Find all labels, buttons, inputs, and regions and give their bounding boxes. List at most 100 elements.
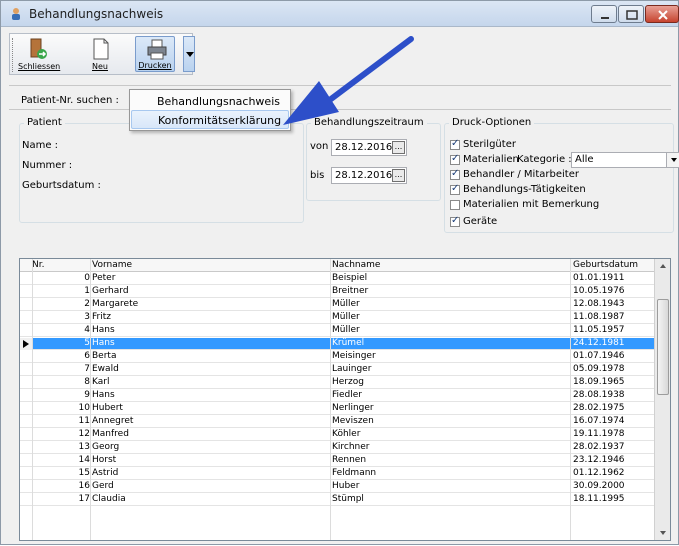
cell-birthdate: 10.05.1976	[573, 286, 625, 296]
table-row[interactable]: 14 Horst Rennen 23.12.1946	[20, 455, 654, 467]
activities-checkbox[interactable]	[450, 183, 460, 195]
table-row[interactable]: 0 Peter Beispiel 01.01.1911	[20, 273, 654, 285]
from-date-field[interactable]: 28.12.2016 ...	[331, 139, 407, 156]
app-window: Behandlungsnachweis Schliessen Neu Druck…	[0, 0, 679, 545]
cell-firstname: Manfred	[92, 429, 129, 439]
row-indicator[interactable]	[20, 494, 32, 506]
row-indicator[interactable]	[20, 351, 32, 363]
cell-birthdate: 23.12.1946	[573, 455, 625, 465]
row-indicator[interactable]	[20, 455, 32, 467]
table-row[interactable]: 16 Gerd Huber 30.09.2000	[20, 481, 654, 493]
category-dropdown-arrow[interactable]	[666, 153, 679, 167]
cell-lastname: Beispiel	[332, 273, 368, 283]
to-date-field[interactable]: 28.12.2016 ...	[331, 167, 407, 184]
grid-vertical-scrollbar[interactable]	[654, 259, 670, 540]
menu-item-conformity-declaration[interactable]: Konformitätserklärung	[131, 110, 289, 129]
title-bar[interactable]: Behandlungsnachweis	[1, 1, 679, 27]
table-row[interactable]: 9 Hans Fiedler 28.08.1938	[20, 390, 654, 402]
table-row[interactable]: 8 Karl Herzog 18.09.1965	[20, 377, 654, 389]
maximize-button[interactable]	[618, 5, 644, 23]
row-indicator[interactable]	[20, 416, 32, 428]
scroll-down-icon[interactable]	[655, 527, 671, 539]
table-row[interactable]: 1 Gerhard Breitner 10.05.1976	[20, 286, 654, 298]
col-lastname-header[interactable]: Nachname	[332, 260, 380, 270]
table-row[interactable]: 6 Berta Meisinger 01.07.1946	[20, 351, 654, 363]
exit-door-icon	[30, 38, 47, 59]
table-row[interactable]: 10 Hubert Nerlinger 28.02.1975	[20, 403, 654, 415]
from-label: von	[310, 141, 329, 152]
row-indicator[interactable]	[20, 442, 32, 454]
row-indicator[interactable]	[20, 338, 32, 350]
table-row[interactable]: 5 Hans Krümel 24.12.1981	[20, 338, 654, 350]
sterile-label: Sterilgüter	[463, 139, 516, 150]
cell-nr: 4	[84, 325, 90, 335]
materials-remark-checkbox[interactable]	[450, 200, 460, 210]
cell-birthdate: 19.11.1978	[573, 429, 625, 439]
print-options-group: Druck-Optionen Sterilgüter Materialien K…	[444, 117, 679, 233]
practitioner-checkbox[interactable]	[450, 168, 460, 180]
row-indicator[interactable]	[20, 325, 32, 337]
grid-divider	[570, 259, 571, 540]
devices-checkbox[interactable]	[450, 215, 460, 227]
sterile-checkbox[interactable]	[450, 138, 460, 150]
table-row[interactable]: 11 Annegret Meviszen 16.07.1974	[20, 416, 654, 428]
period-group-title: Behandlungszeitraum	[311, 117, 427, 128]
print-dropdown-toggle[interactable]	[183, 36, 195, 72]
cell-lastname: Rennen	[332, 455, 367, 465]
patient-group-title: Patient	[24, 117, 65, 128]
cell-firstname: Hans	[92, 325, 115, 335]
cell-lastname: Stümpl	[332, 494, 364, 504]
table-row[interactable]: 15 Astrid Feldmann 01.12.1962	[20, 468, 654, 480]
cell-firstname: Georg	[92, 442, 120, 452]
close-label: Schliessen	[18, 62, 61, 71]
maximize-icon	[626, 10, 638, 20]
table-row[interactable]: 7 Ewald Lauinger 05.09.1978	[20, 364, 654, 376]
from-date-picker-button[interactable]: ...	[392, 141, 405, 154]
row-indicator[interactable]	[20, 390, 32, 402]
cell-nr: 1	[84, 286, 90, 296]
scrollbar-thumb[interactable]	[657, 299, 669, 395]
row-indicator[interactable]	[20, 312, 32, 324]
cell-birthdate: 11.08.1987	[573, 312, 625, 322]
row-indicator[interactable]	[20, 299, 32, 311]
close-window-button[interactable]	[645, 5, 679, 23]
row-indicator[interactable]	[20, 364, 32, 376]
cell-birthdate: 28.02.1975	[573, 403, 625, 413]
table-row[interactable]: 4 Hans Müller 11.05.1957	[20, 325, 654, 337]
patient-grid[interactable]: Nr. Vorname Nachname Geburtsdatum 0 Peter…	[19, 258, 671, 541]
close-toolbar-button[interactable]: Schliessen	[18, 36, 61, 72]
close-icon	[658, 10, 668, 20]
from-date-value: 28.12.2016	[335, 142, 393, 153]
toolbar-grip[interactable]	[12, 38, 15, 72]
cell-nr: 8	[84, 377, 90, 387]
row-indicator[interactable]	[20, 481, 32, 493]
row-indicator[interactable]	[20, 286, 32, 298]
col-birthdate-header[interactable]: Geburtsdatum	[573, 260, 638, 270]
to-date-picker-button[interactable]: ...	[392, 169, 405, 182]
minimize-button[interactable]	[591, 5, 617, 23]
print-button[interactable]: Drucken	[135, 36, 175, 72]
new-button[interactable]: Neu	[80, 36, 120, 72]
col-firstname-header[interactable]: Vorname	[92, 260, 132, 270]
category-select[interactable]: Alle	[571, 152, 679, 168]
cell-birthdate: 16.07.1974	[573, 416, 625, 426]
materials-checkbox[interactable]	[450, 153, 460, 165]
cell-birthdate: 01.07.1946	[573, 351, 625, 361]
col-nr-header[interactable]: Nr.	[32, 260, 44, 270]
cell-firstname: Berta	[92, 351, 117, 361]
table-row[interactable]: 13 Georg Kirchner 28.02.1937	[20, 442, 654, 454]
row-indicator[interactable]	[20, 468, 32, 480]
menu-item-treatment-record[interactable]: Behandlungsnachweis	[131, 92, 289, 111]
row-indicator[interactable]	[20, 429, 32, 441]
scroll-up-icon[interactable]	[655, 260, 671, 272]
table-row[interactable]: 12 Manfred Köhler 19.11.1978	[20, 429, 654, 441]
search-separator	[9, 109, 671, 110]
row-indicator[interactable]	[20, 273, 32, 285]
cell-firstname: Claudia	[92, 494, 126, 504]
row-indicator[interactable]	[20, 377, 32, 389]
table-row[interactable]: 17 Claudia Stümpl 18.11.1995	[20, 494, 654, 506]
table-row[interactable]: 2 Margarete Müller 12.08.1943	[20, 299, 654, 311]
cell-lastname: Müller	[332, 325, 360, 335]
table-row[interactable]: 3 Fritz Müller 11.08.1987	[20, 312, 654, 324]
row-indicator[interactable]	[20, 403, 32, 415]
